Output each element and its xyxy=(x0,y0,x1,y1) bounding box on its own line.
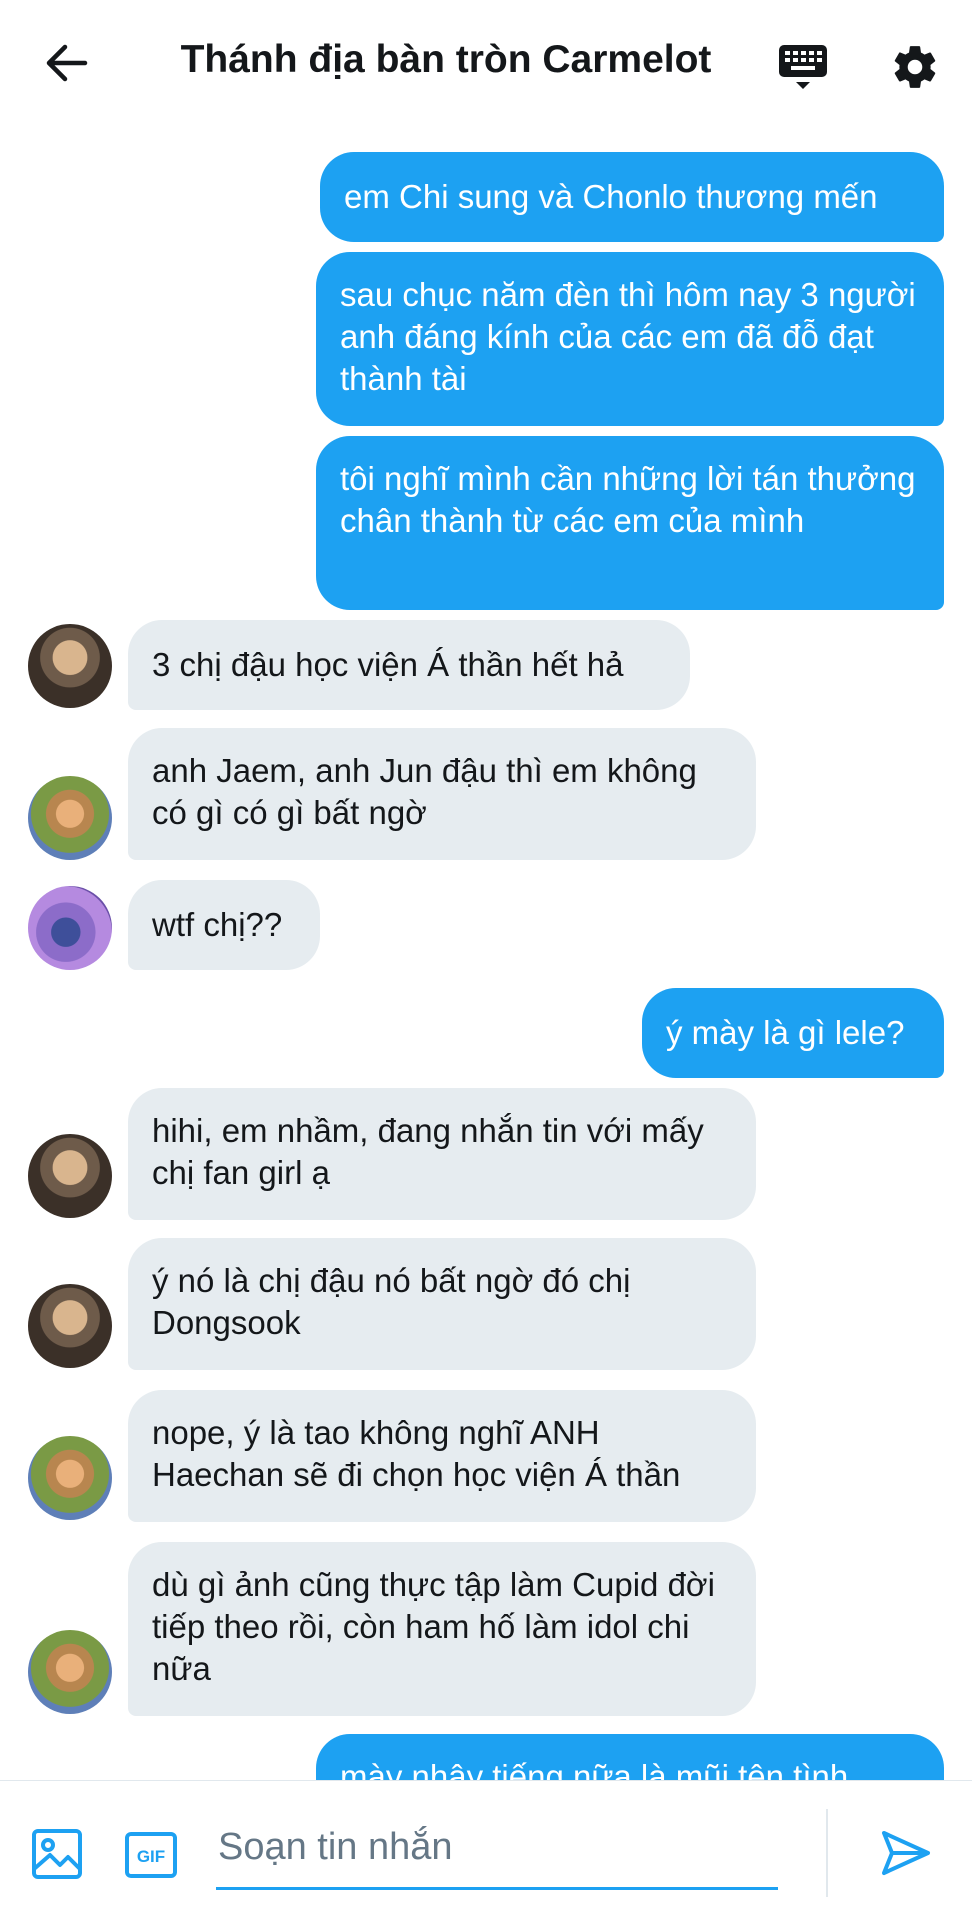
gif-icon: GIF xyxy=(125,1832,177,1878)
message-text: wtf chị?? xyxy=(152,906,283,943)
message-bubble[interactable]: anh Jaem, anh Jun đậu thì em không có gì… xyxy=(128,728,756,860)
add-gif-button[interactable]: GIF xyxy=(124,1831,178,1879)
message-bubble[interactable]: nope, ý là tao không nghĩ ANH Haechan sẽ… xyxy=(128,1390,756,1522)
avatar[interactable] xyxy=(28,1134,112,1218)
send-button[interactable] xyxy=(878,1825,938,1885)
message-text: ý nó là chị đậu nó bất ngờ đó chị Dongso… xyxy=(152,1262,631,1341)
avatar[interactable] xyxy=(28,1284,112,1368)
message-bubble[interactable]: ý mày là gì lele? xyxy=(642,988,944,1078)
message-text: ý mày là gì lele? xyxy=(666,1014,905,1051)
message-composer: GIF xyxy=(0,1780,972,1921)
send-icon xyxy=(882,1831,930,1875)
message-text: mày nhây tiếng nữa là mũi tên tình xyxy=(340,1758,849,1780)
avatar[interactable] xyxy=(28,886,112,970)
message-text: sau chục năm đèn thì hôm nay 3 người anh… xyxy=(340,276,916,397)
message-bubble[interactable]: 3 chị đậu học viện Á thần hết hả xyxy=(128,620,690,710)
avatar[interactable] xyxy=(28,1630,112,1714)
message-bubble[interactable]: em Chi sung và Chonlo thương mến xyxy=(320,152,944,242)
message-text: dù gì ảnh cũng thực tập làm Cupid đời ti… xyxy=(152,1566,715,1687)
arrow-left-icon xyxy=(46,44,88,82)
composer-divider xyxy=(826,1809,828,1897)
conversation-title: Thánh địa bàn tròn Carmelot xyxy=(180,38,712,81)
gif-label: GIF xyxy=(137,1847,165,1866)
keyboard-icon xyxy=(779,45,827,89)
message-bubble[interactable]: hihi, em nhầm, đang nhắn tin với mấy chị… xyxy=(128,1088,756,1220)
avatar[interactable] xyxy=(28,1436,112,1520)
message-thread[interactable]: em Chi sung và Chonlo thương mến sau chụ… xyxy=(0,130,972,1780)
conversation-header: Thánh địa bàn tròn Carmelot xyxy=(0,0,972,130)
gear-icon xyxy=(894,46,936,88)
message-text: anh Jaem, anh Jun đậu thì em không có gì… xyxy=(152,752,697,831)
message-text: 3 chị đậu học viện Á thần hết hả xyxy=(152,646,624,683)
keyboard-button[interactable] xyxy=(770,36,836,100)
message-text: tôi nghĩ mình cần những lời tán thưởng c… xyxy=(340,460,916,539)
message-text: nope, ý là tao không nghĩ ANH Haechan sẽ… xyxy=(152,1414,681,1493)
message-text: em Chi sung và Chonlo thương mến xyxy=(344,178,878,215)
back-button[interactable] xyxy=(34,30,100,96)
message-input-wrapper xyxy=(216,1811,782,1890)
add-image-button[interactable] xyxy=(30,1827,84,1881)
message-bubble[interactable]: sau chục năm đèn thì hôm nay 3 người anh… xyxy=(316,252,944,426)
settings-button[interactable] xyxy=(882,34,948,100)
message-input[interactable] xyxy=(216,1811,782,1883)
avatar[interactable] xyxy=(28,776,112,860)
avatar[interactable] xyxy=(28,624,112,708)
message-text: hihi, em nhầm, đang nhắn tin với mấy chị… xyxy=(152,1112,704,1191)
message-bubble[interactable]: mày nhây tiếng nữa là mũi tên tình xyxy=(316,1734,944,1780)
message-bubble[interactable]: dù gì ảnh cũng thực tập làm Cupid đời ti… xyxy=(128,1542,756,1716)
message-bubble[interactable]: tôi nghĩ mình cần những lời tán thưởng c… xyxy=(316,436,944,610)
image-icon xyxy=(32,1829,82,1879)
message-bubble[interactable]: wtf chị?? xyxy=(128,880,320,970)
message-bubble[interactable]: ý nó là chị đậu nó bất ngờ đó chị Dongso… xyxy=(128,1238,756,1370)
